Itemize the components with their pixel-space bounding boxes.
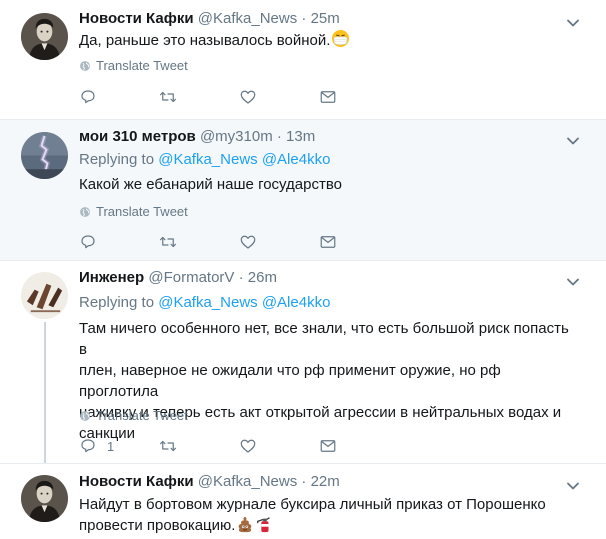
- tweet-text: Найдут в бортовом журнале буксира личный…: [79, 494, 579, 539]
- reply-button[interactable]: [79, 87, 107, 107]
- translate-label: Translate Tweet: [96, 58, 188, 73]
- reply-icon: [79, 233, 97, 251]
- direct-message-icon: [319, 88, 337, 106]
- like-button[interactable]: [239, 436, 257, 456]
- like-button[interactable]: [239, 232, 257, 252]
- tweet-text: Да, раньше это называлось войной.: [79, 29, 579, 54]
- tweet-3[interactable]: Инженер @FormatorV · 26m Replying to @Ka…: [0, 260, 606, 464]
- chevron-down-icon[interactable]: [566, 133, 580, 143]
- tweet-text-line-2: провести провокацию.: [79, 515, 579, 539]
- display-name[interactable]: Новости Кафки: [79, 473, 194, 490]
- replying-to: Replying to @Kafka_News @Ale4kko: [79, 294, 330, 312]
- reply-button[interactable]: [79, 232, 107, 252]
- tweet-header: мои 310 метров @my310m · 13m: [79, 128, 315, 146]
- tweet-header: Новости Кафки @Kafka_News · 25m: [79, 10, 340, 28]
- tweet-4[interactable]: Новости Кафки @Kafka_News · 22m Найдут в…: [0, 463, 606, 539]
- reply-button[interactable]: 1: [79, 436, 114, 456]
- tweet-text-line-content: провести провокацию.: [79, 517, 236, 534]
- tweet-text-line: Найдут в бортовом журнале буксира личный…: [79, 496, 546, 513]
- direct-message-button[interactable]: [319, 232, 337, 252]
- direct-message-icon: [319, 437, 337, 455]
- tweet-text-line: плен, наверное не ожидали что рф примени…: [79, 362, 501, 400]
- tweet-2[interactable]: мои 310 метров @my310m · 13m Replying to…: [0, 119, 606, 260]
- tweet-header: Инженер @FormatorV · 26m: [79, 269, 277, 287]
- retweet-icon: [159, 88, 177, 106]
- user-handle[interactable]: @FormatorV: [148, 269, 234, 286]
- direct-message-button[interactable]: [319, 436, 337, 456]
- pile-of-poo-emoji: [236, 515, 254, 539]
- separator-dot: ·: [238, 269, 244, 286]
- reply-count: 1: [107, 438, 115, 454]
- globe-icon: [79, 206, 91, 222]
- tweet-actions: [79, 87, 339, 107]
- retweet-button[interactable]: [159, 436, 177, 456]
- retweet-icon: [159, 437, 177, 455]
- translate-label: Translate Tweet: [96, 408, 188, 423]
- tweet-header: Новости Кафки @Kafka_News · 22m: [79, 473, 340, 491]
- tweet-actions: 1: [79, 436, 339, 456]
- like-icon: [239, 233, 257, 251]
- tweet-actions: [79, 232, 339, 252]
- separator-dot: ·: [276, 128, 282, 145]
- fire-extinguisher-emoji: [255, 515, 273, 539]
- replying-to-label: Replying to: [79, 294, 155, 311]
- translate-tweet-link[interactable]: Translate Tweet: [79, 204, 188, 222]
- avatar[interactable]: [21, 132, 68, 179]
- replying-to: Replying to @Kafka_News @Ale4kko: [79, 151, 330, 169]
- separator-dot: ·: [301, 10, 307, 27]
- tweet-text: Какой же ебанарий наше государство: [79, 176, 343, 193]
- direct-message-icon: [319, 233, 337, 251]
- reply-icon: [79, 437, 97, 455]
- user-handle[interactable]: @Kafka_News: [198, 473, 297, 490]
- retweet-button[interactable]: [159, 232, 177, 252]
- chevron-down-icon[interactable]: [566, 15, 580, 25]
- reply-icon: [79, 88, 97, 106]
- tweet-text-line: Там ничего особенного нет, все знали, чт…: [79, 320, 569, 358]
- direct-message-button[interactable]: [319, 87, 337, 107]
- avatar[interactable]: [21, 13, 68, 60]
- separator-dot: ·: [301, 473, 307, 490]
- replying-to-label: Replying to: [79, 151, 155, 168]
- face-with-medical-mask-emoji: [331, 29, 350, 54]
- user-handle[interactable]: @Kafka_News: [198, 10, 297, 27]
- avatar[interactable]: [21, 475, 68, 522]
- retweet-button[interactable]: [159, 87, 177, 107]
- translate-tweet-link[interactable]: Translate Tweet: [79, 408, 188, 426]
- translate-tweet-link[interactable]: Translate Tweet: [79, 58, 188, 76]
- retweet-icon: [159, 233, 177, 251]
- reply-mentions-link[interactable]: @Kafka_News @Ale4kko: [158, 151, 330, 168]
- chevron-down-icon[interactable]: [566, 274, 580, 284]
- timestamp[interactable]: 25m: [311, 10, 340, 27]
- globe-icon: [79, 60, 91, 76]
- like-icon: [239, 88, 257, 106]
- like-button[interactable]: [239, 87, 257, 107]
- tweet-text-content: Да, раньше это называлось войной.: [79, 32, 331, 49]
- display-name[interactable]: Инженер: [79, 269, 144, 286]
- thread-line: [44, 322, 46, 464]
- tweet-1[interactable]: Новости Кафки @Kafka_News · 25m Да, рань…: [0, 0, 606, 119]
- display-name[interactable]: мои 310 метров: [79, 128, 196, 145]
- avatar[interactable]: [21, 272, 68, 319]
- like-icon: [239, 437, 257, 455]
- chevron-down-icon[interactable]: [566, 478, 580, 488]
- timestamp[interactable]: 26m: [248, 269, 277, 286]
- timestamp[interactable]: 13m: [286, 128, 315, 145]
- globe-icon: [79, 410, 91, 426]
- timestamp[interactable]: 22m: [311, 473, 340, 490]
- display-name[interactable]: Новости Кафки: [79, 10, 194, 27]
- reply-mentions-link[interactable]: @Kafka_News @Ale4kko: [158, 294, 330, 311]
- translate-label: Translate Tweet: [96, 204, 188, 219]
- user-handle[interactable]: @my310m: [200, 128, 273, 145]
